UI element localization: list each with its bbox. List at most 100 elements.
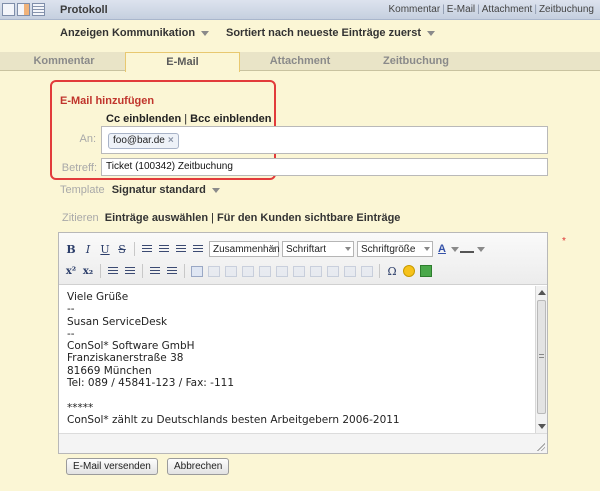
table-insert-button[interactable] (206, 263, 222, 279)
italic-button[interactable]: I (80, 241, 96, 257)
tab-kommentar[interactable]: Kommentar (14, 52, 114, 71)
cc-toggle-link[interactable]: Cc einblenden (106, 113, 181, 125)
row-props-button[interactable] (308, 263, 324, 279)
quote-customer-link[interactable]: Für den Kunden sichtbare Einträge (217, 212, 400, 224)
filter-dropdown[interactable]: Anzeigen Kommunikation (60, 27, 210, 39)
merge-cells-button[interactable] (257, 263, 273, 279)
numbered-list-button[interactable] (122, 263, 138, 279)
link-zeitbuchung[interactable]: Zeitbuchung (537, 4, 596, 15)
tab-attachment[interactable]: Attachment (250, 52, 350, 71)
sort-dropdown[interactable]: Sortiert nach neueste Einträge zuerst (226, 27, 435, 39)
special-char-button[interactable]: Ω (384, 263, 400, 279)
table-row-button[interactable] (223, 263, 239, 279)
align-justify-icon (193, 244, 203, 254)
link-kommentar[interactable]: Kommentar (387, 4, 443, 15)
editor-line: ***** (67, 401, 94, 414)
chevron-down-icon[interactable] (451, 246, 459, 252)
chevron-down-icon (424, 247, 430, 251)
toolbar-divider (134, 242, 135, 256)
size-select[interactable]: Schriftgröße (357, 241, 433, 257)
delete-row-button[interactable] (325, 263, 341, 279)
underline-button[interactable]: U (97, 241, 113, 257)
editor-content[interactable]: Viele Grüße -- Susan ServiceDesk -- ConS… (59, 286, 534, 433)
size-value: Schriftgröße (361, 243, 416, 255)
scroll-down-icon[interactable] (538, 424, 546, 429)
cell-props-button[interactable] (291, 263, 307, 279)
align-center-button[interactable] (156, 241, 172, 257)
editor-toolbar: B I U S Zusammenhän Schriftart Schriftgr… (59, 233, 547, 285)
emoticon-button[interactable] (401, 263, 417, 279)
numbered-list-icon (125, 266, 135, 276)
table-icon (208, 265, 220, 277)
superscript-button[interactable]: x² (63, 263, 79, 279)
view-document-icon[interactable] (32, 3, 45, 16)
tab-email[interactable]: E-Mail (125, 52, 240, 72)
bcc-toggle-link[interactable]: Bcc einblenden (190, 113, 271, 125)
subscript-button[interactable]: x₂ (80, 263, 96, 279)
font-select[interactable]: Schriftart (282, 241, 354, 257)
image-icon (420, 265, 432, 277)
scroll-up-icon[interactable] (538, 290, 546, 295)
editor-line: ConSol* Software GmbH (67, 340, 195, 353)
chevron-down-icon[interactable] (477, 246, 485, 252)
bg-color-button[interactable] (460, 245, 474, 253)
required-marker: * (562, 236, 566, 247)
align-left-icon (142, 244, 152, 254)
align-center-icon (159, 244, 169, 254)
text-color-button[interactable]: A (434, 241, 450, 257)
align-left-button[interactable] (139, 241, 155, 257)
indent-button[interactable] (164, 263, 180, 279)
outdent-icon (150, 266, 160, 276)
split-cells-button[interactable] (274, 263, 290, 279)
view-split-icon[interactable] (17, 3, 30, 16)
toolbar-divider (100, 264, 101, 278)
link-attachment[interactable]: Attachment (480, 4, 535, 15)
quote-select-link[interactable]: Einträge auswählen (105, 212, 208, 224)
link-email[interactable]: E-Mail (445, 4, 477, 15)
quote-row: Zitieren Einträge auswählen | Für den Ku… (62, 212, 400, 224)
editor-scrollbar[interactable] (535, 286, 547, 433)
cell-properties-icon (293, 265, 305, 277)
view-empty-icon[interactable] (2, 3, 15, 16)
send-email-button[interactable]: E-Mail versenden (66, 458, 158, 475)
chevron-down-icon (201, 30, 210, 36)
merge-cells-icon (259, 265, 271, 277)
insert-image-button[interactable] (418, 263, 434, 279)
protocol-links: Kommentar | E-Mail | Attachment | Zeitbuchung (387, 4, 597, 15)
cancel-button[interactable]: Abbrechen (167, 458, 230, 475)
edit-icon (191, 265, 203, 277)
toolbar-divider (379, 264, 380, 278)
table-column-icon (242, 265, 254, 277)
editor-line: Susan ServiceDesk (67, 315, 168, 328)
tab-bar: Kommentar E-Mail Attachment Zeitbuchung (0, 52, 600, 72)
to-field[interactable]: foo@bar.de × (101, 126, 548, 154)
editor-line: ConSol* zählt zu Deutschlands besten Arb… (67, 413, 400, 426)
protocol-header: Protokoll Kommentar | E-Mail | Attachment | Ze… (0, 0, 600, 20)
strikethrough-button[interactable]: S (114, 241, 130, 257)
editor-line: Viele Grüße (67, 291, 129, 303)
align-right-button[interactable] (173, 241, 189, 257)
table-props-button[interactable] (359, 263, 375, 279)
email-heading: E-Mail hinzufügen (60, 95, 155, 107)
bullet-list-button[interactable] (105, 263, 121, 279)
remove-recipient-icon[interactable]: × (168, 135, 174, 146)
format-select[interactable]: Zusammenhän (209, 241, 280, 257)
recipient-chip[interactable]: foo@bar.de × (108, 133, 179, 149)
template-dropdown[interactable]: Signatur standard (112, 184, 220, 196)
toolbar-row-1: B I U S Zusammenhän Schriftart Schriftgr… (63, 239, 485, 259)
protocol-title: Protokoll (60, 4, 108, 16)
sort-label: Sortiert nach neueste Einträge zuerst (226, 27, 421, 39)
subject-input[interactable]: Ticket (100342) Zeitbuchung (101, 158, 548, 176)
outdent-button[interactable] (147, 263, 163, 279)
row-properties-icon (310, 265, 322, 277)
align-justify-button[interactable] (190, 241, 206, 257)
edit-button[interactable] (189, 263, 205, 279)
table-col-button[interactable] (240, 263, 256, 279)
resize-handle-icon[interactable] (537, 443, 545, 451)
bold-button[interactable]: B (63, 241, 79, 257)
delete-col-button[interactable] (342, 263, 358, 279)
delete-row-icon (327, 265, 339, 277)
tab-zeitbuchung[interactable]: Zeitbuchung (364, 52, 468, 71)
toolbar-divider (142, 264, 143, 278)
